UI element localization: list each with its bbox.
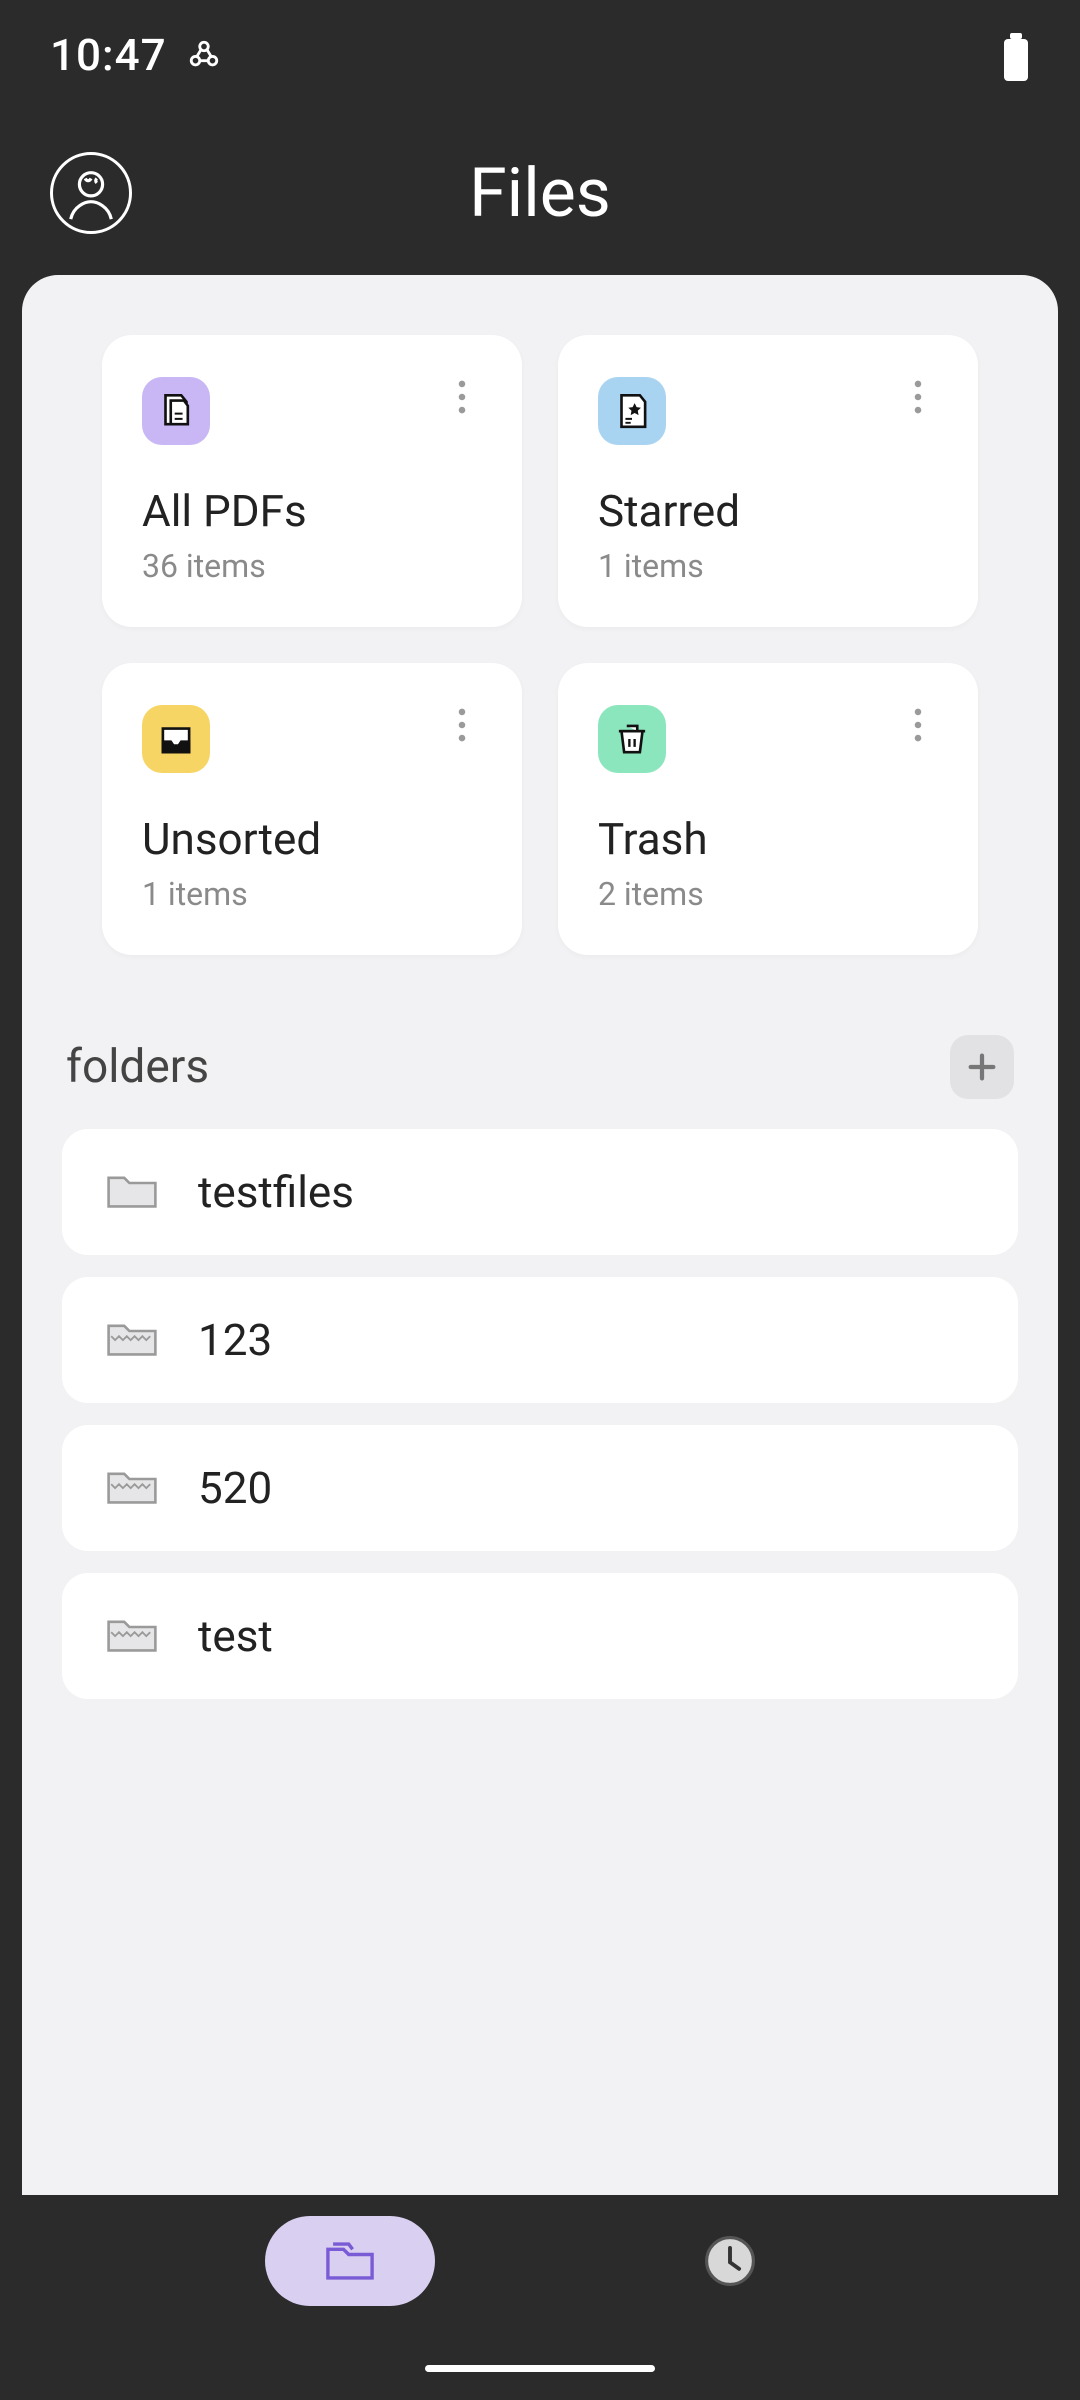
sync-icon — [187, 38, 221, 72]
more-icon[interactable] — [442, 705, 482, 745]
folder-icon — [106, 1614, 158, 1658]
folder-name: test — [198, 1610, 273, 1662]
card-title: All PDFs — [142, 485, 482, 537]
status-left: 10:47 — [50, 29, 221, 81]
battery-icon — [1002, 33, 1030, 77]
inbox-icon — [142, 705, 210, 773]
trash-icon — [598, 705, 666, 773]
folder-name: testfiles — [198, 1166, 354, 1218]
folder-row[interactable]: 520 — [62, 1425, 1018, 1551]
nav-recent[interactable] — [645, 2216, 815, 2306]
folder-row[interactable]: test — [62, 1573, 1018, 1699]
bottom-nav — [0, 2206, 1080, 2316]
pdf-stack-icon — [142, 377, 210, 445]
star-doc-icon — [598, 377, 666, 445]
category-starred[interactable]: Starred 1 items — [558, 335, 978, 627]
status-time: 10:47 — [50, 29, 167, 81]
folders-header: folders — [62, 1035, 1018, 1099]
more-icon[interactable] — [442, 377, 482, 417]
add-folder-button[interactable] — [950, 1035, 1014, 1099]
folder-name: 520 — [198, 1462, 272, 1514]
category-trash[interactable]: Trash 2 items — [558, 663, 978, 955]
folder-name: 123 — [198, 1314, 272, 1366]
card-count: 1 items — [598, 547, 938, 585]
app-header: Files — [0, 110, 1080, 275]
card-count: 1 items — [142, 875, 482, 913]
card-count: 2 items — [598, 875, 938, 913]
category-all-pdfs[interactable]: All PDFs 36 items — [102, 335, 522, 627]
card-title: Starred — [598, 485, 938, 537]
folder-icon — [106, 1318, 158, 1362]
more-icon[interactable] — [898, 377, 938, 417]
folders-title: folders — [66, 1040, 209, 1094]
main-sheet: All PDFs 36 items Starred 1 items — [22, 275, 1058, 2195]
card-count: 36 items — [142, 547, 482, 585]
folder-icon — [106, 1170, 158, 1214]
folder-row[interactable]: testfiles — [62, 1129, 1018, 1255]
folder-list: testfiles 123 520 — [62, 1129, 1018, 1699]
home-indicator[interactable] — [425, 2365, 655, 2372]
nav-files[interactable] — [265, 2216, 435, 2306]
page-title: Files — [0, 153, 1080, 233]
category-unsorted[interactable]: Unsorted 1 items — [102, 663, 522, 955]
card-title: Unsorted — [142, 813, 482, 865]
card-title: Trash — [598, 813, 938, 865]
folder-icon — [106, 1466, 158, 1510]
folder-row[interactable]: 123 — [62, 1277, 1018, 1403]
category-grid: All PDFs 36 items Starred 1 items — [62, 335, 1018, 955]
more-icon[interactable] — [898, 705, 938, 745]
status-bar: 10:47 — [0, 0, 1080, 110]
